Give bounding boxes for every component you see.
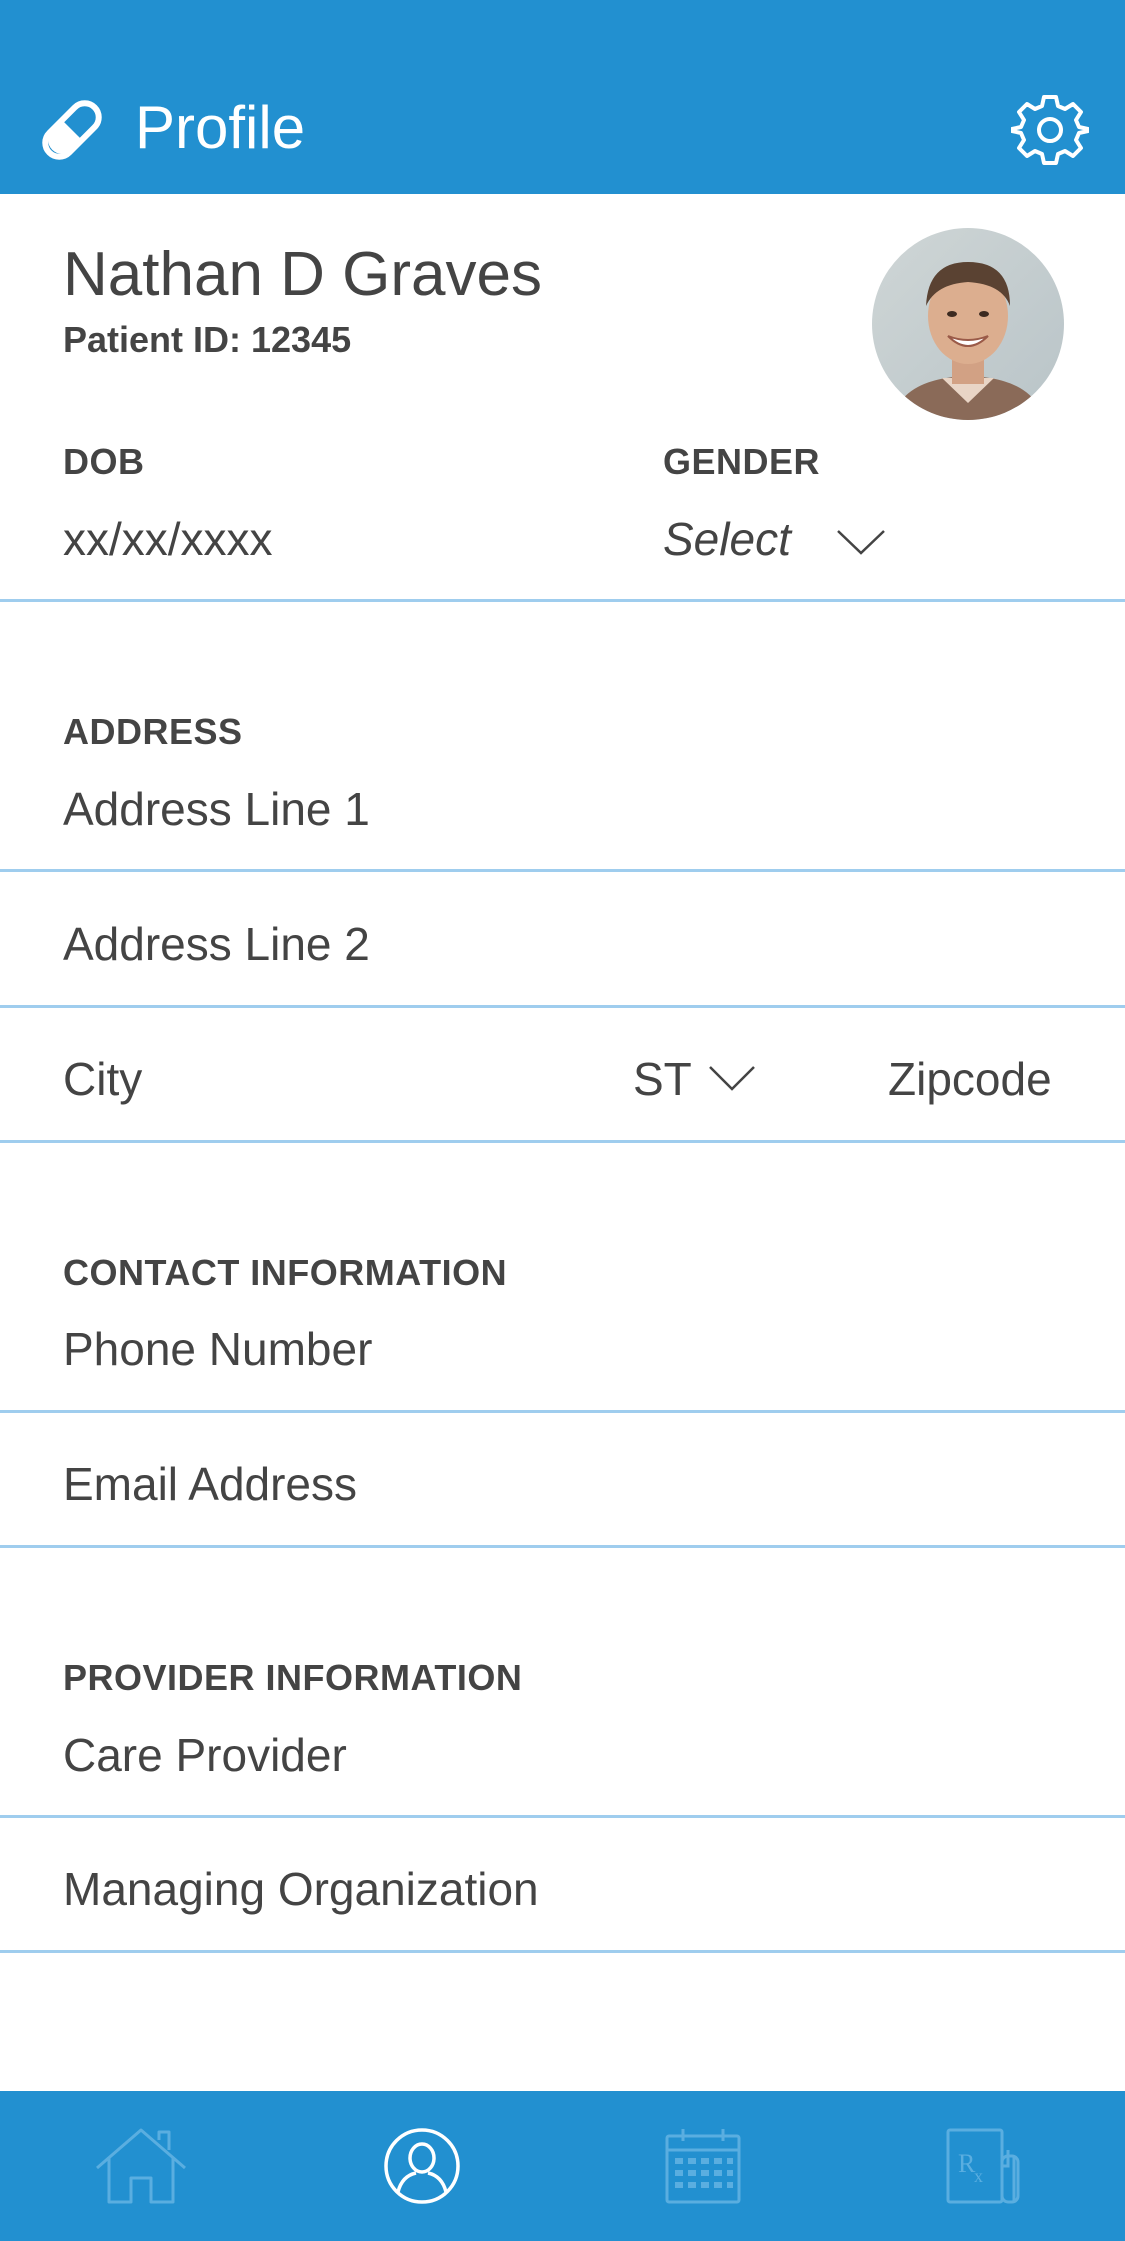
bottom-tab-bar: R x [0, 2091, 1125, 2241]
divider [0, 1545, 1125, 1548]
gear-icon[interactable] [1011, 91, 1089, 169]
divider [0, 1005, 1125, 1008]
divider [0, 869, 1125, 872]
app-header: Profile [0, 0, 1125, 194]
patient-name: Nathan D Graves [63, 240, 542, 309]
tab-profile[interactable] [281, 2091, 562, 2241]
divider [0, 1950, 1125, 1953]
managing-organization-field[interactable]: Managing Organization [63, 1862, 539, 1916]
dob-field[interactable]: xx/xx/xxxx [63, 512, 273, 566]
city-field[interactable]: City [63, 1052, 142, 1106]
chevron-down-icon[interactable] [708, 1064, 756, 1092]
tab-home[interactable] [0, 2091, 281, 2241]
divider [0, 1815, 1125, 1818]
dob-label: DOB [63, 441, 145, 482]
care-provider-field[interactable]: Care Provider [63, 1728, 347, 1782]
phone-field[interactable]: Phone Number [63, 1322, 372, 1376]
divider [0, 599, 1125, 602]
chevron-down-icon[interactable] [836, 528, 886, 556]
tab-prescriptions[interactable]: R x [843, 2091, 1124, 2241]
contact-section-label: CONTACT INFORMATION [63, 1252, 508, 1293]
tab-calendar[interactable] [562, 2091, 843, 2241]
state-select[interactable]: ST [633, 1052, 692, 1106]
gender-label: GENDER [663, 441, 821, 482]
divider [0, 1140, 1125, 1143]
avatar[interactable] [872, 228, 1064, 420]
svg-text:x: x [974, 2166, 983, 2186]
address-line1-field[interactable]: Address Line 1 [63, 782, 370, 836]
avatar-photo [872, 228, 1064, 420]
address-section-label: ADDRESS [63, 711, 243, 752]
divider [0, 1410, 1125, 1413]
email-field[interactable]: Email Address [63, 1457, 357, 1511]
page-title: Profile [135, 94, 306, 161]
home-icon [95, 2128, 186, 2204]
zipcode-field[interactable]: Zipcode [888, 1052, 1052, 1106]
address-line2-field[interactable]: Address Line 2 [63, 917, 370, 971]
calendar-icon [665, 2129, 740, 2204]
provider-section-label: PROVIDER INFORMATION [63, 1657, 523, 1698]
user-profile-icon [383, 2128, 460, 2204]
prescription-icon: R x [946, 2128, 1019, 2204]
pill-icon [42, 100, 102, 160]
patient-id: Patient ID: 12345 [63, 319, 352, 360]
gender-select[interactable]: Select [663, 512, 791, 566]
